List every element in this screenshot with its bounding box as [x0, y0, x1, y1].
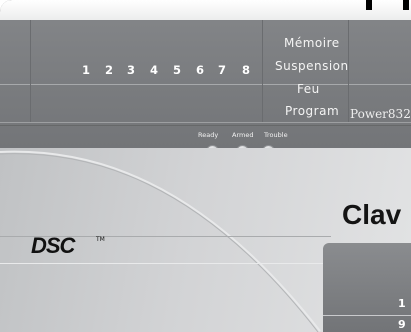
keypad-title: Clav: [342, 199, 402, 230]
key-9-button[interactable]: 9: [398, 318, 406, 331]
zone-number-4: 4: [150, 63, 159, 77]
zone-number-5: 5: [173, 63, 182, 77]
indicator-label-ready: Ready: [198, 131, 219, 139]
divider-3: [0, 125, 411, 126]
top-notch-left: [366, 0, 372, 10]
label-suspension: Suspension: [275, 59, 349, 73]
label-program: Program: [285, 104, 340, 118]
zone-number-7: 7: [218, 63, 227, 77]
label-memoire: Mémoire: [284, 36, 340, 50]
keypad-panel: 1 2 3 4 5 6 7 8 Mémoire Suspension Feu P…: [0, 0, 411, 332]
vertical-line-center: [262, 20, 263, 122]
zone-number-2: 2: [105, 63, 114, 77]
vertical-line-left: [30, 20, 31, 122]
indicator-label-trouble: Trouble: [264, 131, 288, 139]
label-feu: Feu: [297, 82, 320, 96]
divider-1: [0, 84, 411, 85]
dsc-logo: DSC: [31, 233, 75, 258]
key-1-button[interactable]: 1: [398, 297, 406, 310]
zone-number-8: 8: [242, 63, 251, 77]
zone-number-1: 1: [82, 63, 91, 77]
model-name: Power832: [350, 107, 411, 121]
trademark-symbol: TM: [96, 236, 105, 243]
divider-2: [0, 122, 411, 123]
zone-number-3: 3: [127, 63, 136, 77]
key-row-divider: [323, 315, 411, 316]
indicator-label-armed: Armed: [232, 131, 254, 139]
top-notch-right: [403, 0, 409, 10]
top-cap: [0, 0, 411, 20]
zone-number-6: 6: [196, 63, 205, 77]
